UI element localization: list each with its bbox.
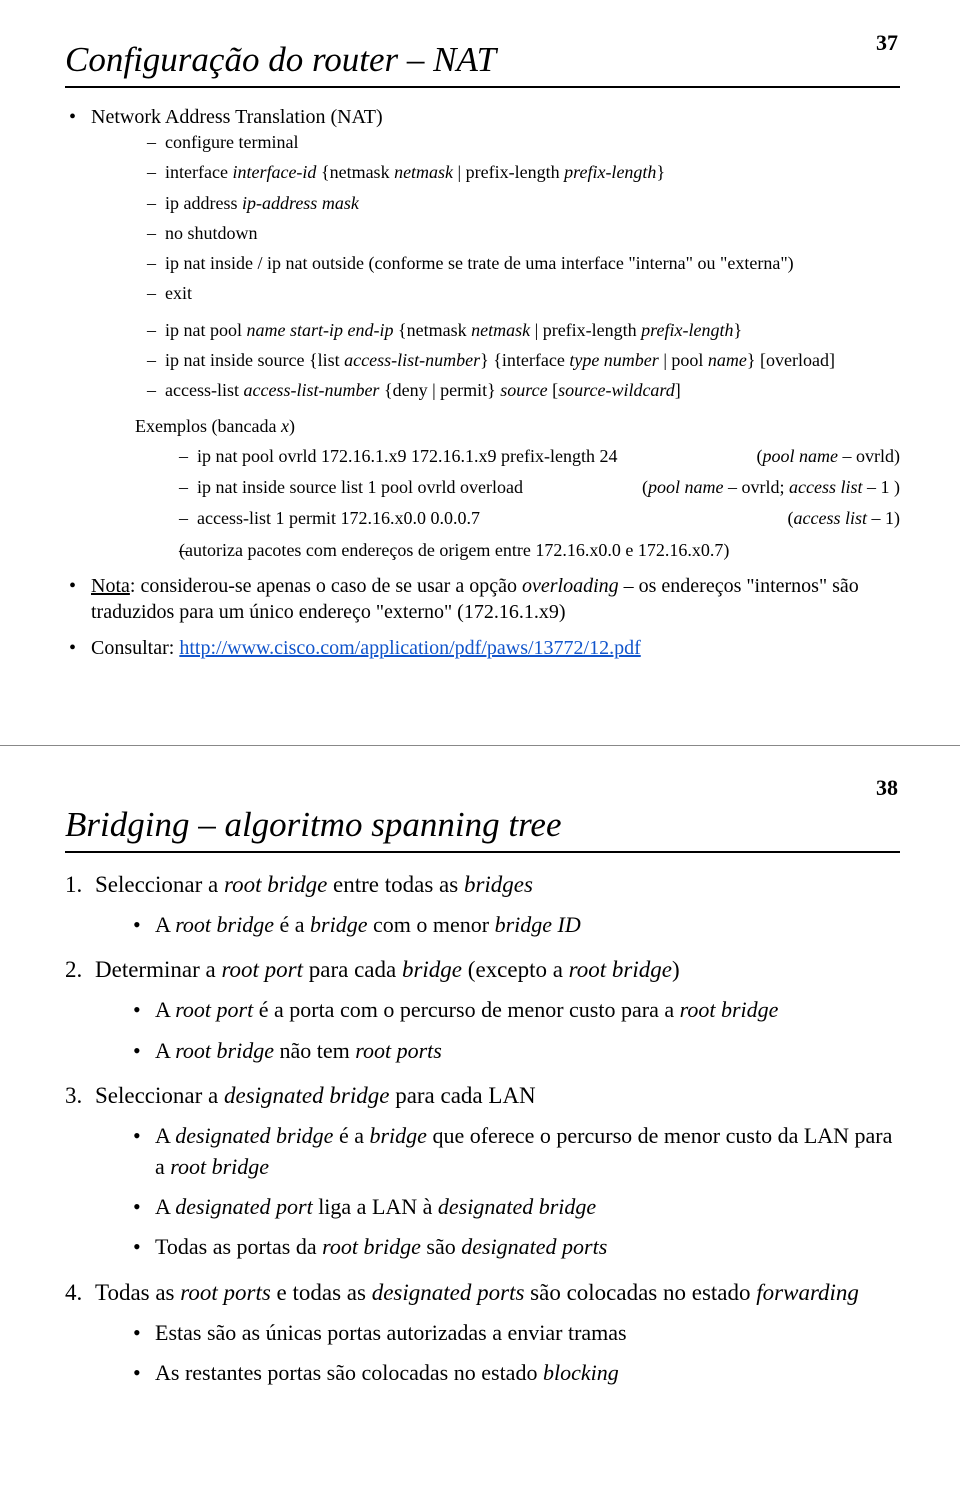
config-line: ip nat inside / ip nat outside (conforme… (147, 251, 900, 275)
page-number: 38 (876, 775, 898, 801)
example-row-note: (autoriza pacotes com endereços de orige… (179, 538, 900, 563)
consultar-link[interactable]: http://www.cisco.com/application/pdf/paw… (179, 637, 640, 659)
config-line: ip nat pool name start-ip end-ip {netmas… (147, 318, 900, 342)
example-row: ip nat pool ovrld 172.16.1.x9 172.16.1.x… (179, 444, 900, 469)
step-4-sub: Estas são as únicas portas autorizadas a… (133, 1318, 900, 1348)
step-3-sub: Todas as portas da root bridge são desig… (133, 1232, 900, 1262)
text: Network Address Translation (NAT) (91, 106, 383, 128)
step-3-sub: A designated bridge é a bridge que ofere… (133, 1121, 900, 1182)
step-2: 2. Determinar a root port para cada brid… (65, 954, 900, 1066)
slide-title: Bridging – algoritmo spanning tree (65, 805, 900, 845)
examples-block: ip nat pool ovrld 172.16.1.x9 172.16.1.x… (91, 444, 900, 563)
step-2-sub: A root port é a porta com o percurso de … (133, 995, 900, 1025)
config-line: interface interface-id {netmask netmask … (147, 160, 900, 184)
step-3: 3. Seleccionar a designated bridge para … (65, 1080, 900, 1262)
config-block-2: ip nat pool name start-ip end-ip {netmas… (91, 318, 900, 403)
bullet-consultar: Consultar: http://www.cisco.com/applicat… (65, 635, 900, 661)
step-1-sub: A root bridge é a bridge com o menor bri… (133, 910, 900, 940)
config-line: ip nat inside source {list access-list-n… (147, 348, 900, 372)
config-line: access-list access-list-number {deny | p… (147, 378, 900, 402)
example-row: access-list 1 permit 172.16.x0.0 0.0.0.7… (179, 506, 900, 531)
config-line: configure terminal (147, 130, 900, 154)
title-underline (65, 86, 900, 88)
examples-heading: Exemplos (bancada x) (91, 415, 900, 438)
config-block-1: configure terminal interface interface-i… (91, 130, 900, 306)
step-4: 4. Todas as root ports e todas as design… (65, 1277, 900, 1389)
config-line: exit (147, 281, 900, 305)
title-underline (65, 851, 900, 853)
bullet-nota: Nota: considerou-se apenas o caso de se … (65, 573, 900, 625)
bullet-nat: Network Address Translation (NAT) config… (65, 104, 900, 563)
step-3-sub: A designated port liga a LAN à designate… (133, 1192, 900, 1222)
config-line: ip address ip-address mask (147, 191, 900, 215)
page-number: 37 (876, 30, 898, 56)
slide-title: Configuração do router – NAT (65, 40, 900, 80)
slide-37: 37 Configuração do router – NAT Network … (0, 0, 960, 745)
step-1: 1. Seleccionar a root bridge entre todas… (65, 869, 900, 940)
step-4-sub: As restantes portas são colocadas no est… (133, 1358, 900, 1388)
config-line: no shutdown (147, 221, 900, 245)
slide-38: 38 Bridging – algoritmo spanning tree 1.… (0, 745, 960, 1489)
example-row: ip nat inside source list 1 pool ovrld o… (179, 475, 900, 500)
step-2-sub: A root bridge não tem root ports (133, 1036, 900, 1066)
